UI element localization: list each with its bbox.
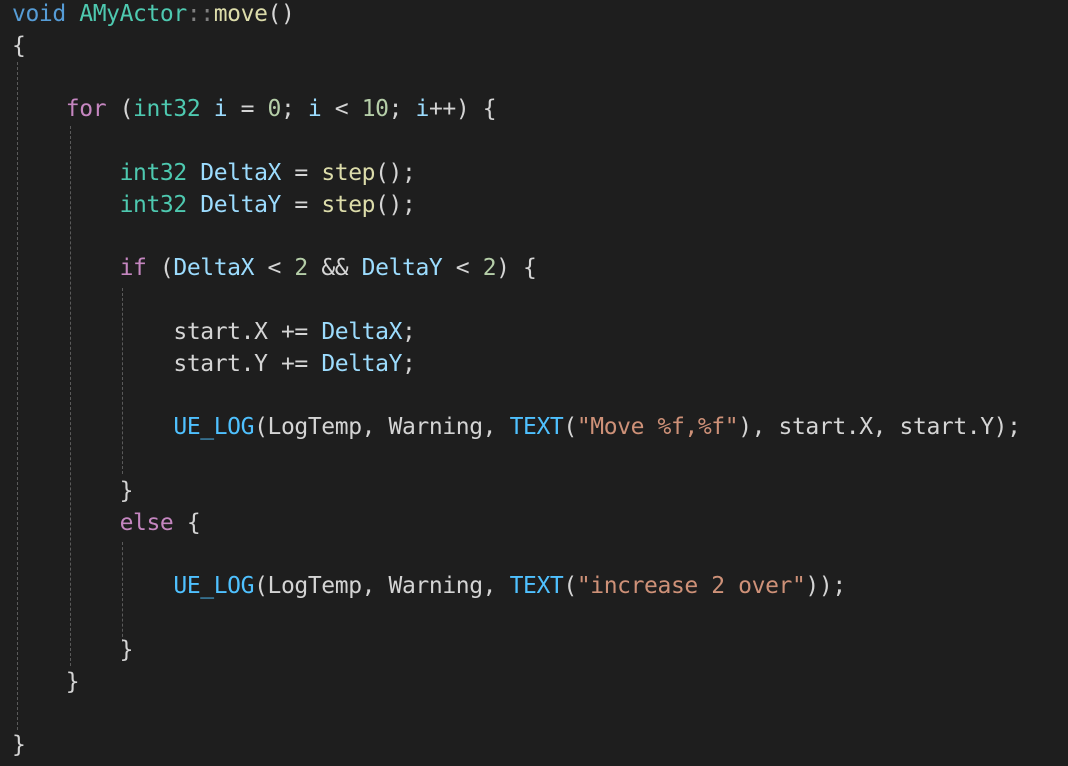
code-token: (); (375, 191, 416, 218)
code-token: TEXT (509, 573, 564, 600)
code-line[interactable]: int32 DeltaY = step(); (12, 189, 416, 221)
code-token: AMyActor (79, 1, 187, 27)
code-line[interactable]: int32 DeltaX = step(); (12, 157, 416, 189)
code-token: () (267, 1, 295, 27)
code-line[interactable]: start.Y += DeltaY; (12, 348, 416, 380)
code-token: UE_LOG (173, 573, 255, 600)
code-token: { (12, 32, 26, 59)
code-token: X (254, 319, 268, 345)
code-token: i (213, 96, 228, 123)
code-line[interactable]: start.X += DeltaX; (12, 316, 416, 348)
code-token: UE_LOG (173, 414, 255, 441)
code-token: = (227, 96, 268, 123)
code-line[interactable]: { (12, 30, 26, 62)
code-line[interactable]: UE_LOG(LogTemp, Warning, TEXT("increase … (12, 570, 846, 602)
code-token: += (267, 319, 322, 345)
code-token: else (119, 509, 174, 536)
code-token: } (12, 732, 26, 759)
code-token: step (321, 160, 376, 186)
code-token: "Move %f,%f" (576, 414, 739, 441)
code-token: :: (186, 1, 214, 27)
code-line[interactable]: } (12, 634, 134, 666)
code-token: ( (106, 96, 134, 123)
code-token: { (173, 509, 201, 536)
code-token: ; (388, 96, 416, 123)
code-token: } (12, 637, 134, 663)
code-token: ) { (496, 255, 537, 282)
code-token: < (442, 255, 483, 282)
code-token: ), start.X, start.Y); (738, 414, 1021, 441)
code-token: i (415, 96, 430, 123)
code-token: DeltaX (321, 319, 403, 345)
code-token: = (280, 191, 322, 218)
code-token: step (321, 191, 376, 218)
code-line[interactable]: } (12, 729, 26, 761)
code-token: move (213, 1, 268, 27)
code-token: int32 (119, 160, 188, 186)
code-editor[interactable]: void AMyActor::move(){ for (int32 i = 0;… (0, 0, 1068, 766)
code-token: "increase 2 over" (576, 573, 806, 600)
code-token: int32 (133, 96, 201, 123)
code-token: int32 (119, 191, 188, 218)
code-token: ( (146, 255, 174, 282)
code-token: . (240, 319, 255, 345)
code-line[interactable]: UE_LOG(LogTemp, Warning, TEXT("Move %f,%… (12, 411, 1021, 443)
code-token: && (307, 255, 362, 282)
code-token: 2 (294, 255, 308, 282)
code-token: DeltaX (173, 255, 255, 282)
code-token: < (254, 255, 295, 282)
code-token: (LogTemp, Warning, (254, 573, 510, 600)
code-token: start (173, 350, 241, 377)
code-token: (); (375, 160, 416, 186)
code-line[interactable]: if (DeltaX < 2 && DeltaY < 2) { (12, 252, 537, 284)
code-token: DeltaX (200, 160, 281, 186)
code-token: for (65, 96, 107, 123)
code-line[interactable]: for (int32 i = 0; i < 10; i++) { (12, 93, 497, 125)
code-line[interactable]: void AMyActor::move() (12, 0, 295, 30)
code-token: } (12, 668, 80, 695)
code-token: = (280, 160, 322, 186)
code-token: DeltaY (200, 191, 281, 218)
code-token: if (119, 255, 147, 282)
code-token: TEXT (509, 414, 564, 441)
code-token: void (12, 1, 66, 27)
code-token: i (307, 96, 322, 123)
code-token: (LogTemp, Warning, (254, 414, 510, 441)
code-token: )); (805, 573, 846, 600)
code-token: ++) { (428, 96, 497, 123)
code-token: < (321, 96, 362, 123)
code-line[interactable]: } (12, 666, 80, 698)
code-token: 0 (267, 96, 282, 123)
code-line[interactable]: else { (12, 507, 201, 539)
code-token: ( (563, 414, 577, 441)
code-token: ; (402, 350, 416, 377)
code-line[interactable]: } (12, 475, 134, 507)
code-token: Y (254, 350, 268, 377)
code-token: += (267, 350, 322, 377)
code-token: DeltaY (321, 350, 403, 377)
code-token: 10 (361, 96, 389, 123)
code-token: start (173, 319, 241, 345)
code-token: ( (563, 573, 577, 600)
code-token: } (12, 478, 134, 504)
code-token: ; (402, 319, 416, 345)
code-token: 2 (482, 255, 497, 282)
code-token: . (240, 350, 255, 377)
code-token: ; (281, 96, 308, 123)
code-token: DeltaY (361, 255, 443, 282)
